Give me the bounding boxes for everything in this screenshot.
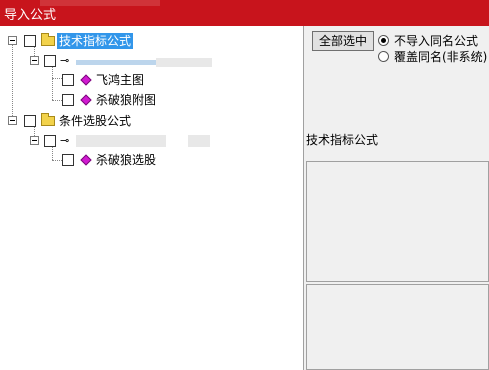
radio-button[interactable] [378, 35, 389, 46]
redacted-label [76, 135, 166, 147]
tree-node-label[interactable]: 技术指标公式 [57, 33, 134, 49]
collapse-icon[interactable] [30, 56, 39, 65]
tree-node-label[interactable]: 飞鸿主图 [96, 72, 144, 88]
folder-icon [41, 33, 55, 46]
radio-label[interactable]: 不导入同名公式 [394, 33, 478, 49]
formula-icon [80, 74, 92, 86]
redacted-label [76, 60, 156, 65]
tree-node-feihong[interactable]: 飞鸿主图 [0, 71, 200, 89]
tree-node-technical-indicators[interactable]: 技术指标公式 [0, 32, 200, 50]
checkbox[interactable] [24, 35, 36, 47]
checkbox[interactable] [44, 55, 56, 67]
folder-icon [41, 113, 55, 126]
key-icon: ⊸ [60, 134, 70, 147]
formula-icon [80, 94, 92, 106]
window-title: 导入公式 [4, 8, 57, 23]
title-bar-blur [40, 0, 160, 6]
tree-node-group[interactable]: ⊸ [0, 132, 220, 150]
formula-description-panel [306, 161, 489, 282]
key-icon: ⊸ [60, 54, 70, 67]
title-bar: 导入公式 [0, 0, 489, 26]
tree-node-shapolang-sub[interactable]: 杀破狼附图 [0, 91, 200, 109]
checkbox[interactable] [62, 74, 74, 86]
collapse-icon[interactable] [30, 136, 39, 145]
section-title: 技术指标公式 [306, 133, 379, 147]
radio-button[interactable] [378, 51, 389, 62]
checkbox[interactable] [62, 154, 74, 166]
checkbox[interactable] [62, 94, 74, 106]
tree-node-label[interactable]: 杀破狼附图 [96, 92, 156, 108]
tree-node-stock-selection[interactable]: 条件选股公式 [0, 112, 200, 130]
tree-node-label[interactable]: 杀破狼选股 [96, 152, 156, 168]
checkbox[interactable] [24, 115, 36, 127]
formula-detail-panel [306, 284, 489, 370]
formula-icon [80, 154, 92, 166]
tree-node-shapolang-select[interactable]: 杀破狼选股 [0, 151, 200, 169]
collapse-icon[interactable] [8, 36, 17, 45]
checkbox[interactable] [44, 135, 56, 147]
radio-label[interactable]: 覆盖同名(非系统) [394, 49, 487, 65]
formula-tree[interactable]: 技术指标公式 ⊸ 飞鸿主图 杀破狼附图 条件选股公式 ⊸ 杀破狼选股 [0, 26, 304, 370]
redacted-label [156, 58, 212, 67]
options-panel: 全部选中 不导入同名公式 覆盖同名(非系统) 技术指标公式 [304, 26, 489, 370]
tree-node-label[interactable]: 条件选股公式 [59, 113, 131, 129]
redacted-label [188, 135, 210, 147]
select-all-button[interactable]: 全部选中 [312, 31, 374, 51]
collapse-icon[interactable] [8, 116, 17, 125]
tree-node-group[interactable]: ⊸ [0, 52, 220, 70]
